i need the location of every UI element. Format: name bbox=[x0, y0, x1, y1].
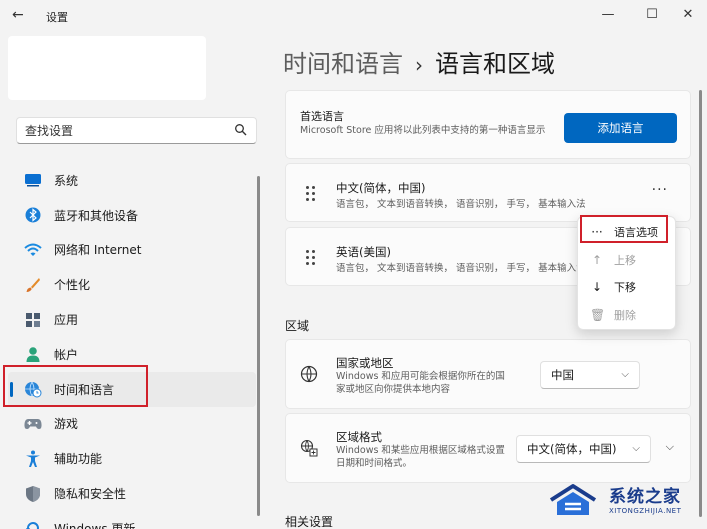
sidebar-item-label: 系统 bbox=[54, 173, 79, 188]
sidebar-item-accessibility[interactable]: 辅助功能 bbox=[8, 441, 256, 476]
arrow-down-icon: ↓ bbox=[591, 280, 603, 294]
maximize-button[interactable]: ☐ bbox=[632, 2, 672, 28]
sidebar-item-apps[interactable]: 应用 bbox=[8, 302, 256, 337]
region-section-title: 区域 bbox=[285, 319, 310, 333]
preferred-languages-desc: Microsoft Store 应用将以此列表中支持的第一种语言显示 bbox=[300, 125, 546, 136]
country-region-row: 国家或地区 Windows 和应用可能会根据你所在的国家或地区向你提供本地内容 … bbox=[285, 339, 691, 409]
watermark: 系统之家 XITONGZHIJIA.NET bbox=[547, 480, 699, 524]
sidebar-item-label: 应用 bbox=[54, 313, 79, 328]
breadcrumb-chevron-icon: › bbox=[415, 53, 423, 77]
regional-format-select-value: 中文(简体，中国) bbox=[527, 442, 617, 456]
language-item-chinese: 中文(简体，中国) 语言包， 文本到语音转换， 语音识别， 手写， 基本输入法 … bbox=[285, 163, 691, 222]
drag-handle-icon[interactable] bbox=[306, 250, 316, 266]
bluetooth-icon bbox=[24, 206, 42, 224]
gamepad-icon bbox=[24, 415, 42, 433]
search-box bbox=[16, 117, 257, 144]
breadcrumb-parent[interactable]: 时间和语言 bbox=[283, 50, 403, 78]
sidebar-item-label: 个性化 bbox=[54, 278, 91, 293]
sidebar-item-label: 游戏 bbox=[54, 417, 79, 432]
sidebar-item-windows-update[interactable]: Windows 更新 bbox=[8, 511, 256, 529]
sidebar-item-label: Windows 更新 bbox=[54, 521, 136, 529]
trash-icon: 🗑 bbox=[590, 308, 606, 322]
regional-format-icon bbox=[300, 439, 318, 457]
search-icon[interactable] bbox=[234, 123, 248, 137]
wifi-icon bbox=[24, 241, 42, 259]
annotation-highlight-box bbox=[580, 215, 668, 243]
regional-format-title: 区域格式 bbox=[336, 430, 382, 444]
sidebar-nav: 系统 蓝牙和其他设备 网络和 Internet 个性化 应用 帐户 时间和语言 … bbox=[8, 163, 256, 529]
sidebar-scrollbar[interactable] bbox=[257, 176, 260, 516]
person-icon bbox=[24, 345, 42, 363]
page-title: 语言和区域 bbox=[435, 50, 555, 78]
sidebar-item-privacy[interactable]: 隐私和安全性 bbox=[8, 476, 256, 511]
sidebar-item-label: 隐私和安全性 bbox=[54, 487, 127, 502]
sidebar-item-label: 网络和 Internet bbox=[54, 243, 142, 258]
regional-format-row: 区域格式 Windows 和某些应用根据区域格式设置日期和时间格式。 中文(简体… bbox=[285, 413, 691, 483]
minimize-button[interactable]: — bbox=[588, 2, 628, 28]
preferred-languages-card: 首选语言 Microsoft Store 应用将以此列表中支持的第一种语言显示 … bbox=[285, 90, 691, 159]
language-name: 中文(简体，中国) bbox=[336, 181, 426, 195]
sidebar-item-label: 帐户 bbox=[54, 347, 79, 362]
sidebar-item-personalization[interactable]: 个性化 bbox=[8, 267, 256, 302]
house-logo-icon bbox=[549, 484, 597, 515]
preferred-languages-title: 首选语言 bbox=[300, 110, 344, 123]
chevron-down-icon: ⌵ bbox=[621, 369, 629, 380]
language-name: 英语(美国) bbox=[336, 245, 391, 259]
annotation-highlight-box bbox=[3, 365, 148, 407]
menu-item-remove[interactable]: 🗑 删除 bbox=[578, 302, 677, 328]
update-icon bbox=[24, 519, 42, 529]
title-bar: ← 设置 — ☐ ✕ bbox=[0, 0, 707, 32]
window-title: 设置 bbox=[46, 11, 68, 24]
shield-icon bbox=[24, 485, 42, 503]
sidebar-item-network[interactable]: 网络和 Internet bbox=[8, 233, 256, 268]
back-button[interactable]: ← bbox=[12, 7, 24, 23]
main-scrollbar[interactable] bbox=[699, 90, 702, 517]
sidebar-item-bluetooth[interactable]: 蓝牙和其他设备 bbox=[8, 198, 256, 233]
search-input[interactable] bbox=[25, 118, 235, 143]
brush-icon bbox=[24, 276, 42, 294]
menu-item-move-up[interactable]: ↑ 上移 bbox=[578, 247, 677, 273]
drag-handle-icon[interactable] bbox=[306, 186, 316, 202]
sidebar-item-system[interactable]: 系统 bbox=[8, 163, 256, 198]
regional-format-select[interactable]: 中文(简体，中国) ⌵ bbox=[516, 435, 651, 463]
arrow-up-icon: ↑ bbox=[591, 253, 603, 267]
close-button[interactable]: ✕ bbox=[668, 2, 707, 28]
more-options-button[interactable]: ··· bbox=[652, 182, 668, 198]
watermark-url: XITONGZHIJIA.NET bbox=[609, 507, 682, 515]
chevron-down-icon: ⌵ bbox=[632, 443, 640, 454]
account-card[interactable] bbox=[8, 36, 206, 100]
related-settings-title: 相关设置 bbox=[285, 515, 334, 529]
language-features: 语言包， 文本到语音转换， 语音识别， 手写， 基本输入法 bbox=[336, 263, 586, 274]
watermark-name: 系统之家 bbox=[609, 487, 681, 507]
menu-item-move-down[interactable]: ↓ 下移 bbox=[578, 274, 677, 300]
menu-item-label: 上移 bbox=[614, 254, 636, 267]
sidebar-item-label: 辅助功能 bbox=[54, 452, 103, 467]
country-region-title: 国家或地区 bbox=[336, 356, 394, 370]
globe-icon bbox=[300, 365, 318, 383]
add-language-button[interactable]: 添加语言 bbox=[564, 113, 677, 143]
country-select[interactable]: 中国 ⌵ bbox=[540, 361, 640, 389]
monitor-icon bbox=[24, 171, 42, 189]
accessibility-icon bbox=[24, 450, 42, 468]
menu-item-label: 下移 bbox=[614, 281, 636, 294]
breadcrumb: 时间和语言 › 语言和区域 bbox=[283, 44, 555, 79]
country-select-value: 中国 bbox=[551, 368, 574, 382]
sidebar-item-label: 蓝牙和其他设备 bbox=[54, 208, 139, 223]
expand-chevron-icon[interactable]: ⌵ bbox=[666, 440, 674, 454]
sidebar-item-gaming[interactable]: 游戏 bbox=[8, 407, 256, 442]
menu-item-label: 删除 bbox=[614, 309, 636, 322]
country-region-desc: Windows 和应用可能会根据你所在的国家或地区向你提供本地内容 bbox=[336, 371, 505, 395]
apps-icon bbox=[24, 311, 42, 329]
regional-format-desc: Windows 和某些应用根据区域格式设置日期和时间格式。 bbox=[336, 445, 505, 469]
language-features: 语言包， 文本到语音转换， 语音识别， 手写， 基本输入法 bbox=[336, 199, 586, 210]
